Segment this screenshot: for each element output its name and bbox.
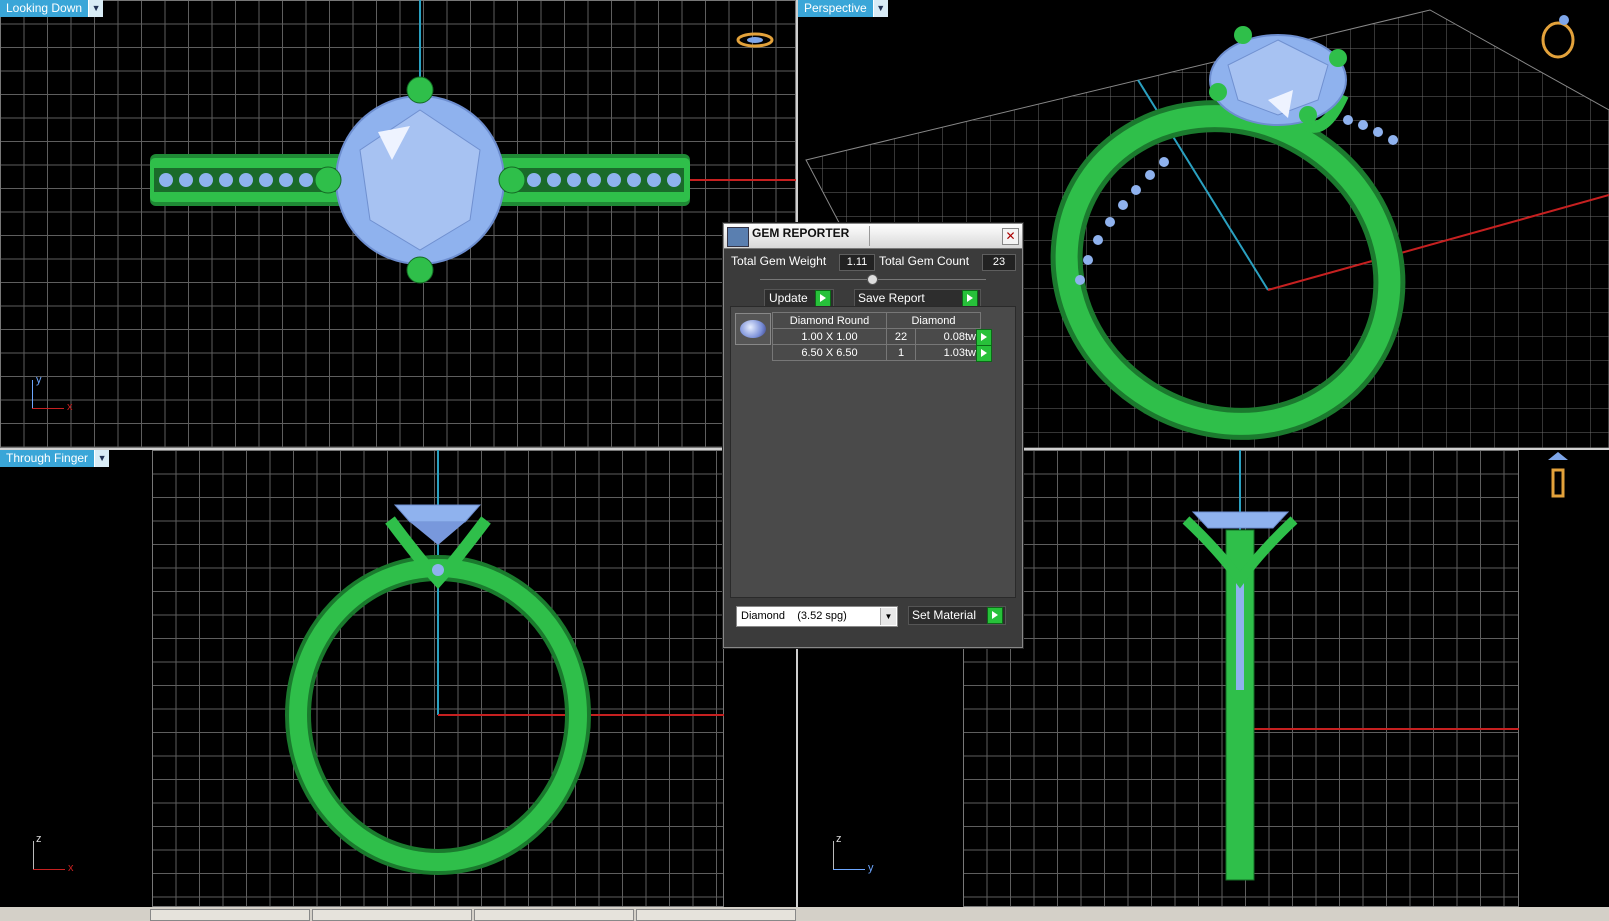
header-shape: Diamond Round <box>772 312 887 329</box>
gem-count: 22 <box>886 328 916 345</box>
taskbar-item[interactable] <box>312 909 472 921</box>
axis-y-label: y <box>868 862 874 874</box>
gem-size: 1.00 X 1.00 <box>772 328 887 345</box>
viewport-looking-down[interactable]: Looking Down ▼ y x <box>0 0 796 448</box>
axis-y-label: y <box>36 374 42 386</box>
table-row[interactable]: 1.00 X 1.00 22 0.08tw <box>772 328 981 345</box>
viewport-title: Through Finger <box>0 450 96 467</box>
play-icon <box>987 607 1003 624</box>
viewport-title: Perspective <box>798 0 874 17</box>
gem-list[interactable]: Diamond Round Diamond 1.00 X 1.00 22 0.0… <box>730 306 1016 598</box>
gem-table-header: Diamond Round Diamond <box>772 312 981 329</box>
chevron-down-icon[interactable]: ▼ <box>880 608 896 625</box>
taskbar-item[interactable] <box>474 909 634 921</box>
gem-reporter-panel: GEM REPORTER ✕ Total Gem Weight 1.11 Tot… <box>723 223 1023 648</box>
axis-indicator: y x <box>32 374 77 414</box>
total-gem-count-value: 23 <box>982 254 1016 271</box>
taskbar-item[interactable] <box>150 909 310 921</box>
material-select[interactable]: Diamond (3.52 spg) ▼ <box>736 606 898 627</box>
table-row[interactable]: 6.50 X 6.50 1 1.03tw <box>772 344 981 361</box>
viewport-label-perspective[interactable]: Perspective ▼ <box>798 0 888 17</box>
axis-z-label: z <box>836 833 842 845</box>
play-icon <box>962 290 978 307</box>
header-material: Diamond <box>886 312 981 329</box>
splitter-handle-icon[interactable] <box>867 274 878 285</box>
viewport-through-finger[interactable]: Through Finger ▼ z x <box>0 450 796 907</box>
axis-x-label: x <box>68 862 74 874</box>
gem-table: Diamond Round Diamond 1.00 X 1.00 22 0.0… <box>772 312 981 361</box>
ring-top-view <box>150 0 796 284</box>
taskbar <box>0 907 1609 921</box>
save-report-button-label: Save Report <box>858 291 925 305</box>
row-select-icon[interactable] <box>976 345 992 362</box>
row-select-icon[interactable] <box>976 329 992 346</box>
viewport-title: Looking Down <box>0 0 90 17</box>
axis-z-label: z <box>36 833 42 845</box>
axis-indicator: z y <box>833 833 883 874</box>
title-separator <box>869 226 870 246</box>
viewport-label-looking-down[interactable]: Looking Down ▼ <box>0 0 104 17</box>
gem-reporter-title-bar[interactable]: GEM REPORTER ✕ <box>724 224 1022 249</box>
play-icon <box>815 290 831 307</box>
total-gem-weight-label: Total Gem Weight <box>731 254 827 268</box>
ring-front-view <box>285 450 724 875</box>
gem-count: 1 <box>886 344 916 361</box>
total-gem-weight-value: 1.11 <box>839 254 875 271</box>
gem-weight: 0.08tw <box>915 328 981 345</box>
set-material-button[interactable]: Set Material <box>908 606 1006 625</box>
taskbar-item[interactable] <box>636 909 796 921</box>
material-select-value: Diamond (3.52 spg) <box>741 610 847 622</box>
gem-size: 6.50 X 6.50 <box>772 344 887 361</box>
gem-reporter-icon <box>727 227 749 247</box>
total-gem-count-label: Total Gem Count <box>879 254 970 268</box>
diamond-round-icon <box>735 313 771 345</box>
chevron-down-icon[interactable]: ▼ <box>95 450 110 467</box>
chevron-down-icon[interactable]: ▼ <box>873 0 888 17</box>
chevron-down-icon[interactable]: ▼ <box>89 0 104 17</box>
gem-weight: 1.03tw <box>915 344 981 361</box>
update-button-label: Update <box>769 291 808 305</box>
viewport-label-through-finger[interactable]: Through Finger ▼ <box>0 450 110 467</box>
axis-x-label: x <box>67 401 73 413</box>
gem-reporter-title: GEM REPORTER <box>752 226 850 240</box>
axis-indicator: z x <box>33 833 78 874</box>
set-material-button-label: Set Material <box>912 608 977 622</box>
close-icon[interactable]: ✕ <box>1002 228 1019 245</box>
